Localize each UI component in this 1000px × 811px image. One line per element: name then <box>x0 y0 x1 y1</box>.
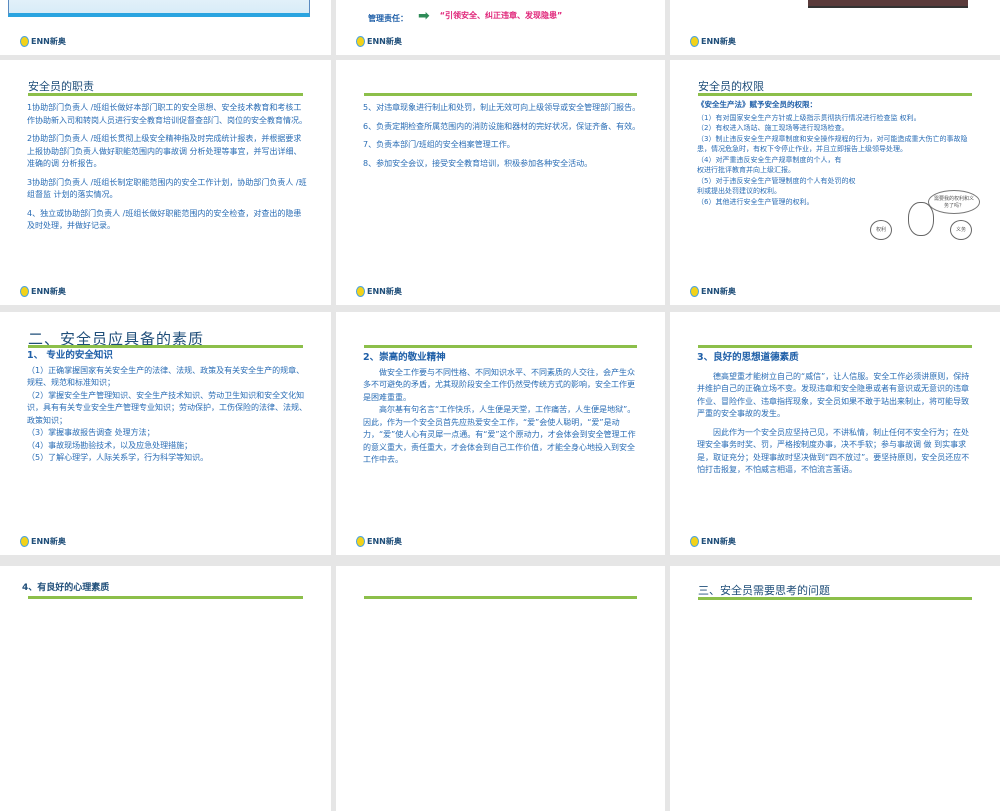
slide-thumbnail[interactable]: 4、有良好的心理素质 <box>0 566 331 811</box>
enn-logo: ENN新奥 <box>356 286 402 297</box>
divider <box>698 345 972 348</box>
divider <box>28 596 303 599</box>
list-item: （2）有权进入场站、施工现场等进行现场检查。 <box>697 124 849 132</box>
slide-thumbnail[interactable]: 5、对违章现象进行制止和处罚，制止无效可向上级领导或安全管理部门报告。 6、负责… <box>336 60 665 305</box>
slide-body: 1协助部门负责人 /班组长做好本部门职工的安全思想、安全技术教育和考核工作协助新… <box>27 102 307 239</box>
slide-thumbnail[interactable]: 安全员的权限 《安全生产法》赋予安全员的权限： （1）有对国家安全生产方针或上级… <box>670 60 1000 305</box>
paragraph: 1协助部门负责人 /班组长做好本部门职工的安全思想、安全技术教育和考核工作协助新… <box>27 103 307 125</box>
paragraph: 7、负责本部门/班组的安全档案管理工作。 <box>363 140 515 149</box>
slide-thumbnail[interactable]: ENN新奥 <box>0 0 331 55</box>
enn-logo: ENN新奥 <box>20 36 66 47</box>
list-item: （3）制止违反安全生产规章制度和安全操作规程的行为，对可能造成重大伤亡的事故隐患… <box>697 134 968 154</box>
paragraph: 德高望重才能树立自己的“威信”，让人信服。安全工作必须讲原则，保持并维护自己的正… <box>697 371 970 419</box>
slide-body: 2、崇高的敬业精神 做安全工作要与不同性格、不同知识水平、不同素质的人交往，会产… <box>363 352 641 467</box>
paragraph: 4、独立或协助部门负责人 /班组长做好职能范围内的安全检查，对查出的隐患及时处理… <box>27 208 302 231</box>
banner-image <box>808 0 968 8</box>
paragraph: 因此作为一个安全员应坚持己见，不讲私情，制止任何不安全行为；在处理安全事务时奖、… <box>697 427 970 475</box>
slide-title: 安全员的职责 <box>28 80 94 93</box>
arrow-right-icon: ➡ <box>418 8 430 24</box>
cartoon-illustration: 需要我的权利和义务了吗？ 权利 义务 <box>870 190 985 270</box>
lead: 《安全生产法》赋予安全员的权限： <box>697 100 817 109</box>
enn-logo: ENN新奥 <box>356 36 402 47</box>
paragraph: 做安全工作要与不同性格、不同知识水平、不同素质的人交往，会产生众多不可避免的矛盾… <box>363 367 635 402</box>
section-heading: 1、 专业的安全知识 <box>27 350 113 361</box>
divider <box>698 93 972 96</box>
slide-thumbnail[interactable]: 二、安全员应具备的素质 1、 专业的安全知识 （1）正确掌握国家有关安全生产的法… <box>0 312 331 555</box>
slide-thumbnail[interactable]: 3、良好的思想道德素质 德高望重才能树立自己的“威信”，让人信服。安全工作必须讲… <box>670 312 1000 555</box>
list-item: （2）掌握安全生产管理知识、安全生产技术知识、劳动卫生知识和安全文化知识，具有有… <box>27 390 307 425</box>
slide-thumbnail[interactable]: 2、崇高的敬业精神 做安全工作要与不同性格、不同知识水平、不同素质的人交往，会产… <box>336 312 665 555</box>
slide-thumbnail[interactable]: ENN新奥 <box>670 0 1000 55</box>
paragraph: 5、对违章现象进行制止和处罚，制止无效可向上级领导或安全管理部门报告。 <box>363 103 641 112</box>
section-heading: 2、崇高的敬业精神 <box>363 352 446 363</box>
enn-logo: ENN新奥 <box>690 286 736 297</box>
slide-thumbnail[interactable]: 管理责任： ➡ “引领安全、纠正违章、发现隐患” ENN新奥 <box>336 0 665 55</box>
slide-title: 4、有良好的心理素质 <box>22 583 110 593</box>
slide-image <box>8 0 310 17</box>
divider <box>28 93 303 96</box>
slide-thumbnail[interactable] <box>336 566 665 811</box>
divider <box>364 93 637 96</box>
paragraph: 高尔基有句名言“工作快乐，人生便是天堂，工作痛苦，人生便是地狱”。因此，作为一个… <box>363 405 636 464</box>
list-item: （5）对于违反安全生产管理制度的个人有处罚的权利或提出处罚建议的权利。 <box>697 176 856 196</box>
slide-title: 安全员的权限 <box>698 80 764 93</box>
enn-logo: ENN新奥 <box>20 286 66 297</box>
slide-body: 3、良好的思想道德素质 德高望重才能树立自己的“威信”，让人信服。安全工作必须讲… <box>697 352 976 483</box>
enn-logo: ENN新奥 <box>690 536 736 547</box>
list-item: （3）掌握事故报告调查 处理方法； <box>27 428 155 437</box>
divider <box>364 596 637 599</box>
paragraph: 3协助部门负责人 /班组长制定职能范围内的安全工作计划，协助部门负责人 /班组督… <box>27 177 307 200</box>
enn-logo: ENN新奥 <box>356 536 402 547</box>
list-item: （6）其他进行安全生产管理的权利。 <box>697 197 814 206</box>
label: 管理责任： <box>368 14 408 23</box>
list-item: （1）有对国家安全生产方针或上级指示贯彻执行情况进行检查监 权利。 <box>697 113 921 122</box>
section-heading: 3、良好的思想道德素质 <box>697 352 799 363</box>
divider <box>28 345 303 348</box>
quote: “引领安全、纠正违章、发现隐患” <box>439 11 563 20</box>
list-item: （4）事故现场勘验技术，以及应急处理措施； <box>27 440 193 450</box>
paragraph: 8、参加安全会议，接受安全教育培训，积极参加各种安全活动。 <box>363 158 593 168</box>
slide-body: 5、对违章现象进行制止和处罚，制止无效可向上级领导或安全管理部门报告。 6、负责… <box>363 102 641 176</box>
enn-logo: ENN新奥 <box>690 36 736 47</box>
divider <box>364 345 637 348</box>
slide-body: 1、 专业的安全知识 （1）正确掌握国家有关安全生产的法律、法规、政策及有关安全… <box>27 350 307 465</box>
list-item: （1）正确掌握国家有关安全生产的法律、法规、政策及有关安全生产的规章、规程、规范… <box>27 365 305 388</box>
enn-logo: ENN新奥 <box>20 536 66 547</box>
paragraph: 6、负责定期检查所属范围内的消防设施和器材的完好状况，保证齐备、有效。 <box>363 121 641 131</box>
list-item: （4）对严重违反安全生产规章制度的个人，有权进行批评教育并向上级汇报。 <box>697 155 842 175</box>
slide-thumbnail[interactable]: 三、安全员需要思考的问题 <box>670 566 1000 811</box>
paragraph: 2协助部门负责人 /班组长贯彻上级安全精神指及时完成统计报表，并根据要求上报协助… <box>27 134 302 168</box>
slide-thumbnail[interactable]: 安全员的职责 1协助部门负责人 /班组长做好本部门职工的安全思想、安全技术教育和… <box>0 60 331 305</box>
list-item: （5）了解心理学，人际关系学，行为科学等知识。 <box>27 453 209 462</box>
slide-title: 三、安全员需要思考的问题 <box>698 584 830 597</box>
